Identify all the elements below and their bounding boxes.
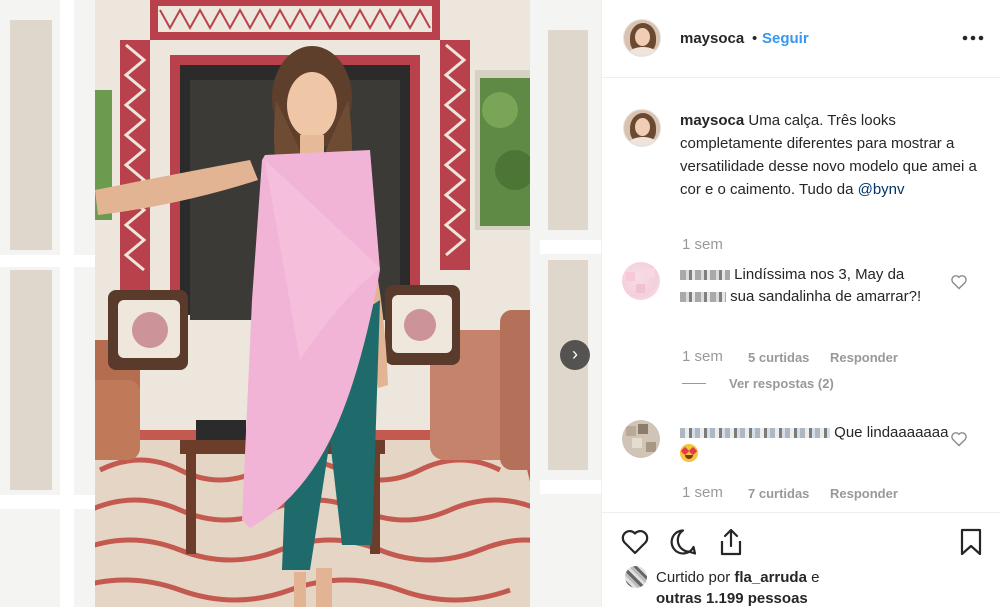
- comment-like-icon[interactable]: [950, 431, 968, 447]
- post-caption: maysoca Uma calça. Três looks completame…: [680, 109, 980, 201]
- likes-prefix: Curtido por: [656, 569, 731, 586]
- author-avatar[interactable]: [623, 19, 661, 57]
- heart-eyes-emoji-icon: [680, 444, 698, 462]
- post-photo[interactable]: ›: [0, 0, 601, 607]
- photo-illustration: [0, 0, 601, 607]
- blurred-username: [680, 270, 730, 281]
- separator-dot: •: [752, 30, 758, 47]
- comment-body: Que lindaaaaaaa: [834, 424, 949, 441]
- caption-username[interactable]: maysoca: [680, 112, 744, 129]
- comment-avatar[interactable]: [622, 420, 660, 458]
- next-photo-button[interactable]: ›: [560, 340, 590, 370]
- likes-conjunction: e: [811, 569, 820, 586]
- follow-button[interactable]: Seguir: [762, 30, 809, 47]
- liker-avatar[interactable]: [625, 566, 647, 588]
- comment-icon[interactable]: [668, 527, 698, 557]
- comment-like-icon[interactable]: [950, 274, 968, 290]
- view-replies-button[interactable]: Ver respostas (2): [729, 376, 834, 391]
- heart-icon[interactable]: [620, 527, 650, 557]
- more-horizontal-icon[interactable]: [960, 26, 986, 50]
- comment-text: Que lindaaaaaaa: [680, 422, 950, 466]
- reply-button[interactable]: Responder: [830, 486, 898, 501]
- blurred-username: [680, 428, 830, 439]
- post-side-panel: maysoca • Seguir maysoca Uma calça. Três…: [601, 0, 1000, 607]
- caption-avatar[interactable]: [623, 109, 661, 147]
- author-username[interactable]: maysoca: [680, 30, 744, 47]
- caption-mention[interactable]: @bynv: [858, 181, 905, 198]
- likes-summary: Curtido por fla_arruda e outras 1.199 pe…: [656, 567, 819, 607]
- share-icon[interactable]: [716, 527, 746, 557]
- comment-avatar[interactable]: [622, 262, 660, 300]
- comment-likes-count[interactable]: 5 curtidas: [748, 350, 809, 365]
- liker-username[interactable]: fla_arruda: [734, 569, 807, 586]
- comment-likes-count[interactable]: 7 curtidas: [748, 486, 809, 501]
- comment-body-part-2: sua sandalinha de amarrar?!: [730, 288, 922, 305]
- replies-divider: [682, 383, 706, 384]
- comment-text: Lindíssima nos 3, May da sua sandalinha …: [680, 264, 950, 308]
- reply-button[interactable]: Responder: [830, 350, 898, 365]
- blurred-text: [680, 292, 726, 303]
- bookmark-icon[interactable]: [956, 527, 986, 557]
- comment-time[interactable]: 1 sem: [682, 348, 723, 365]
- comment-body-part-1: Lindíssima nos 3, May da: [734, 266, 905, 283]
- comment-time[interactable]: 1 sem: [682, 484, 723, 501]
- chevron-right-icon: ›: [572, 344, 578, 364]
- likes-others-count[interactable]: outras 1.199 pessoas: [656, 590, 808, 607]
- caption-time[interactable]: 1 sem: [682, 236, 723, 253]
- post-header: maysoca • Seguir: [602, 0, 1000, 78]
